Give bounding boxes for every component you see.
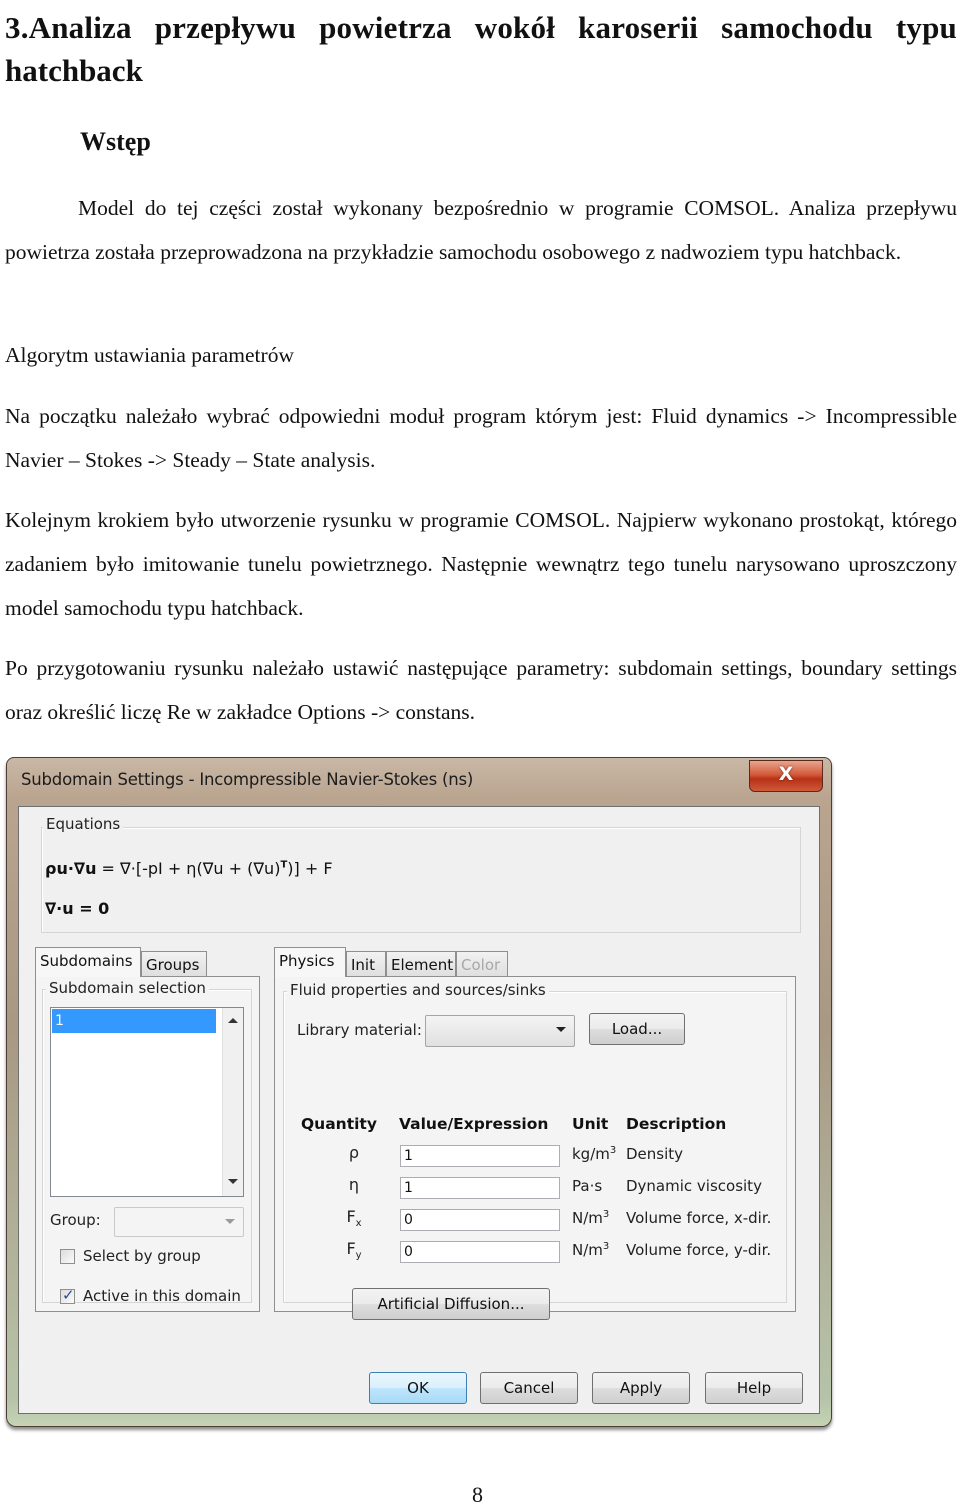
load-button[interactable]: Load... bbox=[589, 1013, 685, 1045]
subdomains-tab-panel: Subdomain selection 1 Group: Select by g… bbox=[35, 976, 260, 1312]
help-button[interactable]: Help bbox=[705, 1372, 803, 1404]
equations-group bbox=[41, 827, 801, 933]
fluid-properties-label: Fluid properties and sources/sinks bbox=[287, 981, 549, 999]
dialog-titlebar[interactable]: Subdomain Settings - Incompressible Navi… bbox=[7, 758, 831, 804]
tab-subdomains[interactable]: Subdomains bbox=[35, 947, 141, 977]
group-label: Group: bbox=[50, 1211, 101, 1229]
checkmark-icon: ✓ bbox=[62, 1286, 75, 1304]
chevron-down-icon bbox=[225, 1219, 235, 1224]
quantity-eta: η bbox=[348, 1175, 360, 1194]
algorithm-heading: Algorytm ustawiania parametrów bbox=[5, 343, 294, 367]
eta-value-input[interactable]: 1 bbox=[400, 1177, 560, 1199]
ok-button[interactable]: OK bbox=[369, 1372, 467, 1404]
subdomain-selection-label: Subdomain selection bbox=[46, 979, 209, 997]
group-dropdown[interactable] bbox=[114, 1207, 244, 1237]
rho-description: Density bbox=[626, 1145, 684, 1163]
fy-description: Volume force, y-dir. bbox=[626, 1241, 772, 1259]
subdomain-settings-dialog: Subdomain Settings - Incompressible Navi… bbox=[6, 757, 832, 1427]
momentum-equation: ρu·∇u = ∇·[-pI + η(∇u + (∇u)T)] + F bbox=[45, 859, 333, 878]
dialog-client-area: Equations ρu·∇u = ∇·[-pI + η(∇u + (∇u)T)… bbox=[18, 806, 820, 1414]
library-material-label: Library material: bbox=[297, 1021, 422, 1039]
cancel-button[interactable]: Cancel bbox=[480, 1372, 578, 1404]
fx-value-input[interactable]: 0 bbox=[400, 1209, 560, 1231]
tab-physics[interactable]: Physics bbox=[274, 947, 346, 977]
chevron-down-icon bbox=[556, 1027, 566, 1032]
module-paragraph: Na początku należało wybrać odpowiedni m… bbox=[5, 404, 957, 472]
column-unit: Unit bbox=[572, 1115, 609, 1133]
dialog-title: Subdomain Settings - Incompressible Navi… bbox=[21, 770, 474, 789]
eta-description: Dynamic viscosity bbox=[626, 1177, 762, 1195]
column-description: Description bbox=[626, 1115, 727, 1133]
eta-unit: Pa·s bbox=[572, 1177, 603, 1195]
subdomain-listbox[interactable]: 1 bbox=[50, 1007, 244, 1197]
drawing-paragraph: Kolejnym krokiem było utworzenie rysunku… bbox=[5, 508, 957, 620]
column-quantity: Quantity bbox=[301, 1115, 377, 1133]
continuity-equation: ∇·u = 0 bbox=[45, 899, 110, 918]
section-heading: Wstęp bbox=[80, 127, 151, 156]
tab-element[interactable]: Element bbox=[386, 951, 456, 977]
page-number: 8 bbox=[472, 1482, 483, 1507]
scroll-up-arrow-icon[interactable] bbox=[228, 1018, 238, 1023]
tab-groups[interactable]: Groups bbox=[141, 951, 207, 977]
tab-init[interactable]: Init bbox=[346, 951, 386, 977]
select-by-group-checkbox[interactable] bbox=[60, 1249, 75, 1264]
active-in-domain-checkbox[interactable]: ✓ bbox=[60, 1286, 75, 1304]
tab-color: Color bbox=[456, 951, 508, 977]
close-x-icon: X bbox=[778, 763, 794, 785]
intro-paragraph: Model do tej części został wykonany bezp… bbox=[5, 196, 957, 264]
fy-unit: N/m3 bbox=[572, 1241, 610, 1259]
rho-value-input[interactable]: 1 bbox=[400, 1145, 560, 1167]
select-by-group-label: Select by group bbox=[83, 1247, 201, 1265]
parameters-paragraph: Po przygotowaniu rysunku należało ustawi… bbox=[5, 656, 957, 724]
rho-unit: kg/m3 bbox=[572, 1145, 617, 1163]
active-in-domain-label: Active in this domain bbox=[83, 1287, 241, 1305]
fx-unit: N/m3 bbox=[572, 1209, 610, 1227]
fx-description: Volume force, x-dir. bbox=[626, 1209, 772, 1227]
chapter-heading-continued: hatchback bbox=[5, 53, 143, 88]
close-button[interactable]: X bbox=[749, 760, 823, 792]
chapter-heading: 3.Analiza przepływu powietrza wokół karo… bbox=[5, 10, 957, 45]
quantity-fx: Fx bbox=[346, 1207, 362, 1230]
library-material-dropdown[interactable] bbox=[425, 1015, 575, 1047]
column-value-expression: Value/Expression bbox=[399, 1115, 549, 1133]
quantity-rho: ρ bbox=[348, 1143, 360, 1162]
scroll-down-arrow-icon[interactable] bbox=[228, 1179, 238, 1184]
artificial-diffusion-button[interactable]: Artificial Diffusion... bbox=[352, 1288, 550, 1320]
apply-button[interactable]: Apply bbox=[592, 1372, 690, 1404]
quantity-fy: Fy bbox=[346, 1239, 362, 1262]
equations-label: Equations bbox=[43, 815, 124, 833]
list-item-selected[interactable]: 1 bbox=[52, 1009, 216, 1033]
fy-value-input[interactable]: 0 bbox=[400, 1241, 560, 1263]
listbox-scrollbar[interactable] bbox=[222, 1008, 243, 1196]
